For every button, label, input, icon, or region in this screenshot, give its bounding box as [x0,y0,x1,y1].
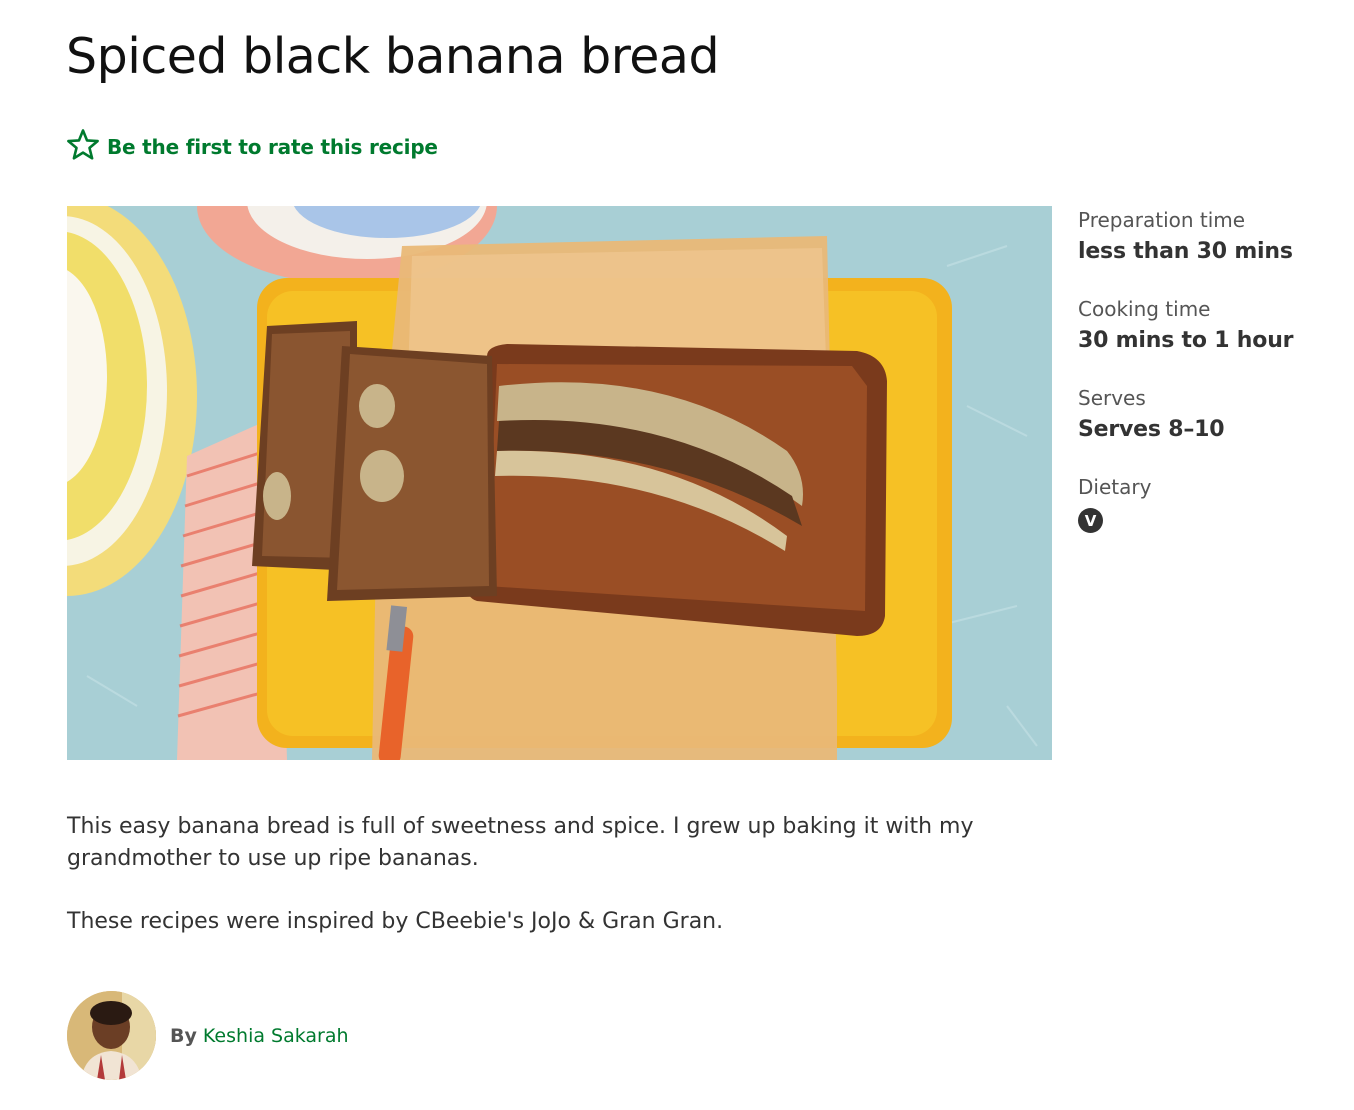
dietary-label: Dietary [1078,475,1152,499]
recipe-facts: Preparation time less than 30 mins Cooki… [1078,205,1348,558]
cook-time-label: Cooking time [1078,297,1211,321]
serves-label: Serves [1078,386,1146,410]
description-paragraph: These recipes were inspired by CBeebie's… [67,909,724,934]
recipe-title: Spiced black banana bread [66,28,720,85]
serves: Serves Serves 8–10 [1078,383,1348,447]
serves-value: Serves 8–10 [1078,417,1225,442]
author-avatar[interactable] [67,991,156,1080]
dietary: Dietary V [1078,472,1348,533]
prep-time-label: Preparation time [1078,208,1246,232]
recipe-description: This easy banana bread is full of sweetn… [67,811,1067,969]
rate-recipe-label: Be the first to rate this recipe [107,135,438,159]
vegetarian-badge-icon[interactable]: V [1078,508,1103,533]
star-outline-icon [66,128,100,166]
author-block: By Keshia Sakarah [67,991,349,1080]
cook-time-value: 30 mins to 1 hour [1078,328,1294,353]
author-byline: By Keshia Sakarah [170,1025,349,1047]
author-name-link[interactable]: Keshia Sakarah [203,1025,349,1047]
description-paragraph: This easy banana bread is full of sweetn… [67,814,974,871]
prep-time-value: less than 30 mins [1078,239,1293,264]
prep-time: Preparation time less than 30 mins [1078,205,1348,269]
byline-prefix: By [170,1024,197,1047]
cook-time: Cooking time 30 mins to 1 hour [1078,294,1348,358]
rate-recipe-link[interactable]: Be the first to rate this recipe [66,128,438,166]
recipe-hero-image [67,206,1052,760]
